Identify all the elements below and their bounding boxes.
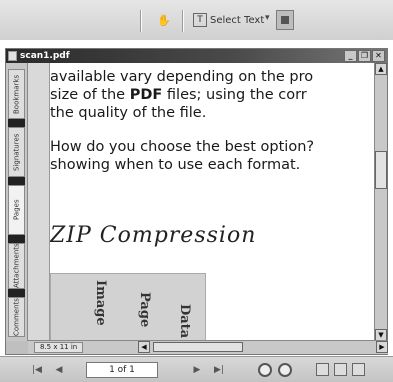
scroll-right-arrow[interactable]: ▶	[376, 341, 388, 353]
text-line: How do you choose the best option?	[50, 139, 315, 155]
select-text-button[interactable]: T Select Text	[193, 10, 264, 30]
snapshot-button[interactable]	[276, 10, 294, 30]
restore-button[interactable]: ❐	[358, 50, 371, 62]
vertical-scrollbar[interactable]: ▲ ▼	[374, 63, 387, 341]
scan-word: Page	[137, 292, 152, 328]
horizontal-scroll-thumb[interactable]	[153, 342, 243, 352]
tab-pages[interactable]: Pages	[8, 185, 25, 235]
page-number-field[interactable]: 1 of 1	[86, 362, 158, 378]
scan-word: Data	[177, 304, 192, 339]
scanned-image: Image Page Data	[50, 273, 206, 341]
text-line: showing when to use each format.	[50, 157, 301, 173]
last-page-button[interactable]: ▶|	[212, 363, 226, 377]
handwritten-heading: ZIP Compression	[50, 223, 257, 248]
scroll-left-arrow[interactable]: ◀	[138, 341, 150, 353]
scan-word: Image	[93, 280, 108, 326]
document-window: scan1.pdf _ ❐ ✕ Bookmarks Signatures Pag…	[5, 48, 388, 355]
document-page[interactable]: available vary depending on the pro size…	[50, 63, 376, 341]
minimize-button[interactable]: _	[344, 50, 357, 62]
tab-divider	[8, 119, 25, 127]
toolbar-separator	[140, 10, 142, 32]
go-forward-icon[interactable]	[278, 363, 292, 377]
navigation-panel-strip	[28, 63, 50, 341]
tab-divider	[8, 289, 25, 297]
window-controls: _ ❐ ✕	[344, 50, 385, 62]
tab-attachments[interactable]: Attachments	[8, 243, 25, 289]
hand-icon[interactable]: ✋	[155, 11, 173, 29]
scroll-up-arrow[interactable]: ▲	[375, 63, 387, 75]
window-titlebar[interactable]: scan1.pdf _ ❐ ✕	[6, 49, 387, 63]
tab-bookmarks[interactable]: Bookmarks	[8, 69, 25, 119]
vertical-scroll-thumb[interactable]	[375, 151, 387, 189]
select-text-label: Select Text	[210, 14, 265, 26]
tab-divider	[8, 235, 25, 243]
tab-signatures[interactable]: Signatures	[8, 127, 25, 177]
navigation-tabs: Bookmarks Signatures Pages Attachments C…	[6, 63, 28, 341]
text-line: available vary depending on the pro	[50, 69, 314, 85]
page-size-indicator: 8.5 x 11 in	[34, 342, 84, 353]
next-page-button[interactable]: ▶	[190, 363, 204, 377]
horizontal-scrollbar[interactable]: 8.5 x 11 in ◀ ▶	[28, 340, 388, 354]
text-line: the quality of the file.	[50, 105, 207, 121]
continuous-layout-icon[interactable]	[334, 363, 347, 376]
single-page-layout-icon[interactable]	[316, 363, 329, 376]
window-title: scan1.pdf	[20, 51, 70, 61]
previous-page-button[interactable]: ◀	[52, 363, 66, 377]
go-back-icon[interactable]	[258, 363, 272, 377]
facing-layout-icon[interactable]	[352, 363, 365, 376]
tab-comments[interactable]: Comments	[8, 297, 25, 337]
toolbar: ✋ T Select Text ▾	[0, 0, 393, 40]
toolbar-separator	[182, 10, 184, 32]
tab-divider	[8, 177, 25, 185]
close-button[interactable]: ✕	[372, 50, 385, 62]
ibeam-icon: T	[193, 13, 207, 27]
first-page-button[interactable]: |◀	[30, 363, 44, 377]
text-line: size of the PDF files; using the corr	[50, 87, 307, 103]
status-bar: |◀ ◀ 1 of 1 ▶ ▶|	[0, 356, 393, 382]
chevron-down-icon[interactable]: ▾	[265, 13, 270, 23]
pdf-document-icon	[8, 51, 17, 61]
